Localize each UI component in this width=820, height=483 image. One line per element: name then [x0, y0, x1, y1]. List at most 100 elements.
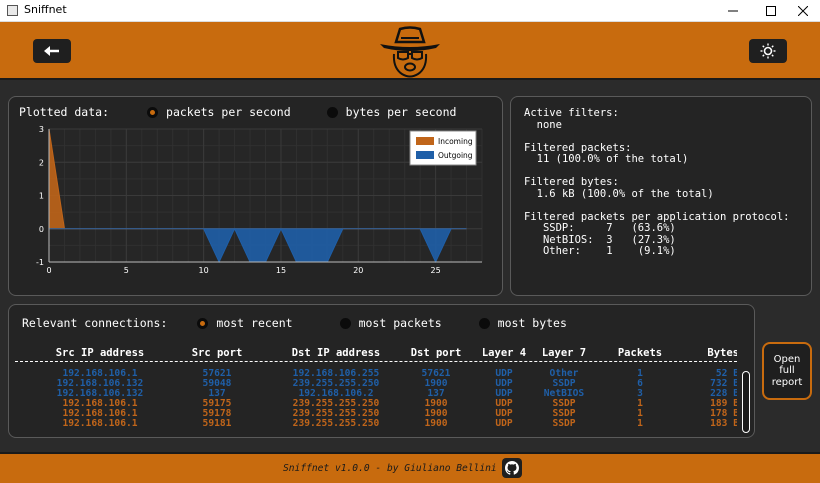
protocol-count: 3 — [606, 233, 613, 246]
protocol-count: 1 — [606, 245, 613, 257]
connections-title: Relevant connections: — [22, 316, 168, 330]
connections-panel: Relevant connections: most recent most p… — [8, 304, 755, 438]
protocol-name: NetBIOS: — [542, 233, 594, 246]
filters-panel: Active filters: none Filtered packets: 1… — [510, 96, 812, 296]
github-icon — [505, 461, 519, 475]
column-header[interactable]: Src IP address — [15, 347, 185, 359]
footer-credits: Sniffnet v1.0.0 - by Giuliano Bellini — [283, 463, 497, 474]
y-tick-label: 1 — [39, 192, 44, 201]
maximize-button[interactable] — [754, 0, 788, 22]
filtered-bytes-value: 1.6 kB (100.0% of the total) — [536, 187, 714, 200]
traffic-chart-panel: Plotted data: packets per second bytes p… — [8, 96, 503, 296]
table-row: 192.168.106.1 59175 239.255.255.250 1900 UDP… — [15, 398, 737, 409]
option-label: most bytes — [497, 316, 567, 330]
protocols-label: Filtered packets per application protoco… — [524, 210, 790, 223]
table-row: 192.168.106.1 57621 192.168.106.255 57621 UD… — [15, 368, 737, 379]
table-header-divider — [15, 361, 737, 363]
plot-title: Plotted data: — [19, 105, 110, 119]
legend-swatch-incoming — [416, 137, 434, 145]
traffic-chart: -101230 5 10 15 20 25 IncomingOutgoing — [36, 125, 483, 275]
table-cell: SSDP — [552, 418, 576, 429]
theme-toggle-button[interactable] — [749, 39, 787, 63]
legend-label: Incoming — [438, 137, 473, 146]
column-header[interactable]: Dst port — [401, 347, 471, 359]
sniffnet-logo — [380, 26, 440, 78]
close-button[interactable] — [786, 0, 820, 22]
filtered-packets-label: Filtered packets: — [524, 141, 632, 154]
y-tick-label: 3 — [39, 125, 44, 134]
x-tick-label: 25 — [431, 266, 441, 275]
option-label: bytes per second — [345, 105, 457, 119]
option-most-packets[interactable]: most packets — [339, 316, 442, 330]
option-label: most recent — [216, 316, 293, 330]
left-arrow-icon — [44, 46, 59, 56]
filtered-bytes-label: Filtered bytes: — [524, 176, 619, 188]
table-cell: 1 — [637, 418, 643, 429]
option-most-recent[interactable]: most recent — [197, 316, 293, 330]
maximize-icon — [766, 6, 776, 16]
app-footer: Sniffnet v1.0.0 - by Giuliano Bellini — [0, 452, 820, 483]
table-row: 192.168.106.132 59048 239.255.255.250 1900 U… — [15, 378, 737, 389]
column-header[interactable]: Bytes — [683, 347, 737, 359]
x-tick-label: 20 — [353, 266, 363, 275]
window-title: Sniffnet — [24, 3, 67, 16]
protocol-count: 7 — [606, 222, 613, 234]
report-button-label: Open full report — [771, 353, 803, 388]
y-tick-label: 0 — [39, 225, 44, 234]
window-titlebar: Sniffnet — [0, 0, 820, 22]
option-most-bytes[interactable]: most bytes — [478, 316, 567, 330]
close-icon — [798, 6, 808, 16]
table-cell: UDP — [495, 418, 513, 429]
connections-sort-selector: Relevant connections: most recent most p… — [22, 316, 567, 330]
table-row: 192.168.106.132 137 192.168.106.2 137 UDP Net… — [15, 388, 737, 399]
column-header[interactable]: Layer 4 — [481, 347, 527, 359]
table-header: Src IP address Src port Dst IP address Dst … — [15, 347, 737, 361]
minimize-button[interactable] — [716, 0, 750, 22]
x-tick-label: 15 — [276, 266, 286, 275]
x-tick-label: 5 — [124, 266, 129, 275]
table-cell: 59181 — [202, 418, 232, 429]
minimize-icon — [728, 10, 738, 12]
radio-bytes-per-second[interactable] — [326, 106, 338, 118]
column-header[interactable]: Src port — [177, 347, 257, 359]
table-cell: 192.168.106.1 — [62, 418, 138, 429]
y-tick-label: -1 — [36, 258, 44, 267]
active-filters-label: Active filters: — [524, 107, 619, 119]
radio-most-recent[interactable] — [197, 317, 209, 329]
connections-table: Src IP address Src port Dst IP address Dst … — [15, 347, 737, 431]
option-label: packets per second — [166, 105, 291, 119]
open-full-report-button[interactable]: Open full report — [762, 342, 812, 400]
column-header[interactable]: Layer 7 — [535, 347, 593, 359]
table-cell: 239.255.255.250 — [292, 418, 380, 429]
y-tick-label: 2 — [39, 158, 44, 167]
app-icon — [7, 5, 18, 16]
option-bytes-per-second[interactable]: bytes per second — [326, 105, 457, 119]
legend-swatch-outgoing — [416, 151, 434, 159]
legend-label: Outgoing — [438, 151, 473, 160]
x-tick-label: 10 — [199, 266, 209, 275]
table-scrollbar[interactable] — [742, 371, 750, 433]
protocol-name: Other: — [542, 245, 581, 257]
column-header[interactable]: Dst IP address — [271, 347, 401, 359]
radio-packets-per-second[interactable] — [147, 106, 159, 118]
protocol-percentage: (63.6%) — [631, 222, 676, 234]
protocol-percentage: (27.3%) — [631, 233, 676, 246]
option-packets-per-second[interactable]: packets per second — [147, 105, 291, 119]
column-header[interactable]: Packets — [605, 347, 675, 359]
back-button[interactable] — [33, 39, 71, 63]
option-label: most packets — [358, 316, 442, 330]
sun-icon — [760, 43, 776, 59]
filters-summary: Active filters: none Filtered packets: 1… — [524, 107, 790, 258]
radio-most-packets[interactable] — [339, 317, 351, 329]
protocol-name: SSDP: — [542, 222, 575, 234]
x-tick-label: 0 — [46, 266, 51, 275]
github-link[interactable] — [502, 458, 522, 478]
table-cell: 1900 — [424, 418, 448, 429]
app-header — [0, 22, 820, 80]
active-filters-value: none — [536, 118, 562, 131]
table-row: 192.168.106.1 59181 239.255.255.250 1900 UDP… — [15, 418, 737, 429]
filtered-packets-value: 11 (100.0% of the total) — [536, 153, 689, 165]
table-cell: 183 B — [710, 418, 737, 429]
radio-most-bytes[interactable] — [478, 317, 490, 329]
protocol-percentage: (9.1%) — [637, 245, 676, 257]
